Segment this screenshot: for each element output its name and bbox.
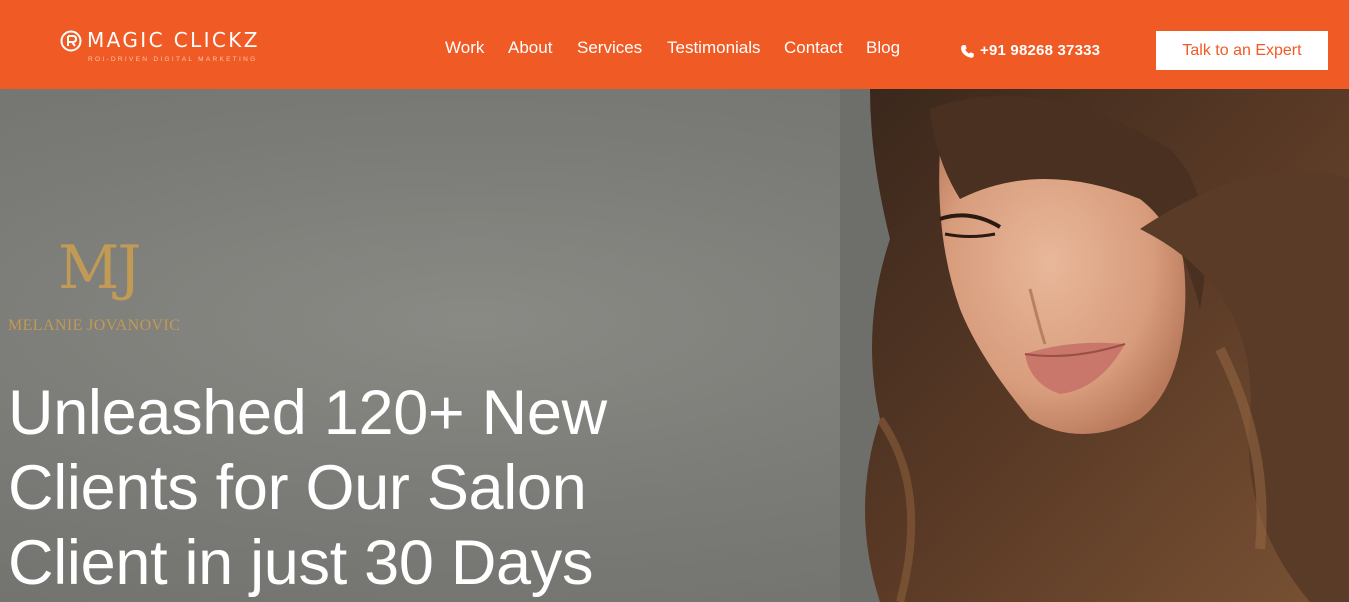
headline-line: Client in just 30 Days (8, 528, 594, 598)
nav-work[interactable]: Work (445, 38, 484, 58)
nav-services[interactable]: Services (577, 38, 642, 58)
client-logo-monogram: MJ (58, 233, 141, 303)
talk-to-expert-button[interactable]: Talk to an Expert (1156, 31, 1328, 70)
client-logo-name: MELANIE JOVANOVIC (8, 317, 181, 334)
nav-about[interactable]: About (508, 38, 552, 58)
site-header: MAGIC CLICKZ ROI-DRIVEN DIGITAL MARKETIN… (0, 0, 1349, 89)
nav-contact[interactable]: Contact (784, 38, 843, 58)
headline-line: Clients for Our Salon (8, 453, 587, 523)
nav-blog[interactable]: Blog (866, 38, 900, 58)
phone-icon (961, 44, 974, 58)
hero-headline: Unleashed 120+ New Clients for Our Salon… (8, 376, 828, 601)
hero-section: MJ MELANIE JOVANOVIC Unleashed 120+ New … (0, 89, 1349, 602)
logo-mark-icon (60, 30, 82, 52)
phone-number: +91 98268 37333 (980, 42, 1101, 59)
logo-text: MAGIC CLICKZ (87, 28, 260, 52)
client-logo: MJ MELANIE JOVANOVIC (8, 233, 208, 339)
logo-tagline: ROI-DRIVEN DIGITAL MARKETING (88, 56, 258, 63)
magic-clickz-logo[interactable]: MAGIC CLICKZ ROI-DRIVEN DIGITAL MARKETIN… (60, 28, 280, 68)
nav-testimonials[interactable]: Testimonials (667, 38, 761, 58)
headline-line: Unleashed 120+ New (8, 378, 607, 448)
hero-woman-image (840, 89, 1349, 602)
